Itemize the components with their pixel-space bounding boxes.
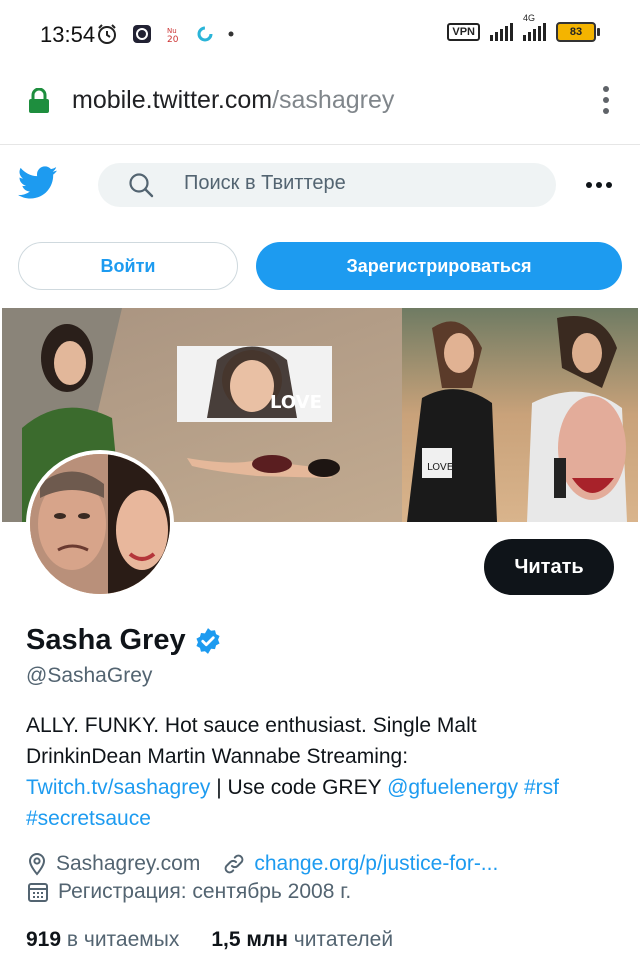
bio-hashtag-secretsauce[interactable]: #secretsauce	[26, 807, 151, 830]
login-button[interactable]: Войти	[18, 242, 238, 290]
banner-love-text-2: LOVE	[427, 462, 453, 473]
bio-mention-link[interactable]: @gfuelenergy	[387, 776, 518, 799]
more-notifications-icon	[228, 31, 234, 37]
location-text: Sashagrey.com	[56, 852, 201, 875]
bio-line-4: #secretsauce	[26, 803, 616, 834]
bio-line-2: DrinkinDean Martin Wannabe Streaming:	[26, 745, 409, 768]
following-link[interactable]: 919 в читаемых	[26, 928, 179, 952]
profile-meta-row: Sashagrey.com change.org/p/justice-for-.…	[26, 852, 520, 876]
followers-link[interactable]: 1,5 млн читателей	[211, 928, 393, 952]
search-placeholder: Поиск в Твиттере	[184, 172, 346, 194]
bio-hashtag-rsf[interactable]: #rsf	[524, 776, 559, 799]
location-item: Sashagrey.com	[26, 852, 200, 876]
vpn-badge: VPN	[447, 23, 480, 41]
url-path: /sashagrey	[272, 86, 395, 114]
lock-icon	[29, 88, 49, 113]
website-item: change.org/p/justice-for-...	[222, 852, 498, 876]
status-notification-icons: Nu 20	[96, 22, 234, 46]
banner-love-text-1: LOVE	[270, 392, 322, 413]
app-notification-icon	[133, 25, 151, 43]
battery-icon: 83	[556, 22, 600, 42]
location-pin-icon	[28, 852, 46, 876]
svg-text:20: 20	[167, 35, 179, 44]
link-icon	[225, 854, 244, 874]
signal-icon	[490, 23, 513, 41]
profile-name: Sasha Grey	[26, 624, 186, 656]
website-link[interactable]: change.org/p/justice-for-...	[254, 852, 498, 876]
url-host: mobile.twitter.com	[72, 86, 273, 114]
svg-text:Nu: Nu	[167, 27, 177, 35]
bio-line-1: ALLY. FUNKY. Hot sauce enthusiast. Singl…	[26, 714, 477, 737]
alarm-icon	[98, 24, 116, 44]
avatar[interactable]	[26, 450, 174, 598]
profile-handle: @SashaGrey	[26, 664, 153, 687]
follow-button[interactable]: Читать	[484, 539, 614, 595]
avatar-image	[30, 454, 170, 594]
followers-count: 1,5 млн	[211, 928, 288, 951]
signal-4g-icon: 4G	[523, 13, 546, 41]
more-options-icon[interactable]	[586, 182, 612, 188]
joined-row: Регистрация: сентябрь 2008 г.	[26, 880, 373, 904]
bio-twitch-link[interactable]: Twitch.tv/sashagrey	[26, 776, 210, 799]
status-right: VPN 4G 83	[447, 13, 600, 42]
following-label: в читаемых	[66, 928, 180, 951]
bio-line-3: Twitch.tv/sashagrey | Use code GREY @gfu…	[26, 772, 616, 803]
signup-button[interactable]: Зарегистрироваться	[256, 242, 622, 290]
follow-stats: 919 в читаемых 1,5 млн читателей	[26, 928, 393, 952]
verified-badge-icon	[196, 627, 220, 654]
following-count: 919	[26, 928, 62, 951]
network-type: 4G	[523, 13, 536, 23]
joined-item: Регистрация: сентябрь 2008 г.	[26, 880, 351, 904]
followers-label: читателей	[293, 928, 394, 951]
search-icon	[129, 173, 154, 198]
bio-code-text: | Use code GREY	[210, 776, 388, 799]
profile-name-row: Sasha Grey	[26, 624, 222, 657]
joined-text: Регистрация: сентябрь 2008 г.	[58, 880, 352, 903]
sync-notification-icon	[197, 26, 213, 42]
twitter-logo-icon[interactable]	[18, 166, 58, 200]
status-time: 13:54	[40, 22, 96, 47]
browser-menu-icon[interactable]	[602, 86, 610, 114]
calendar-icon	[28, 883, 48, 902]
profile-bio: ALLY. FUNKY. Hot sauce enthusiast. Singl…	[26, 710, 616, 834]
calendar-notification-icon: Nu20	[167, 27, 179, 44]
url-text[interactable]: mobile.twitter.com/sashagrey	[72, 86, 394, 115]
